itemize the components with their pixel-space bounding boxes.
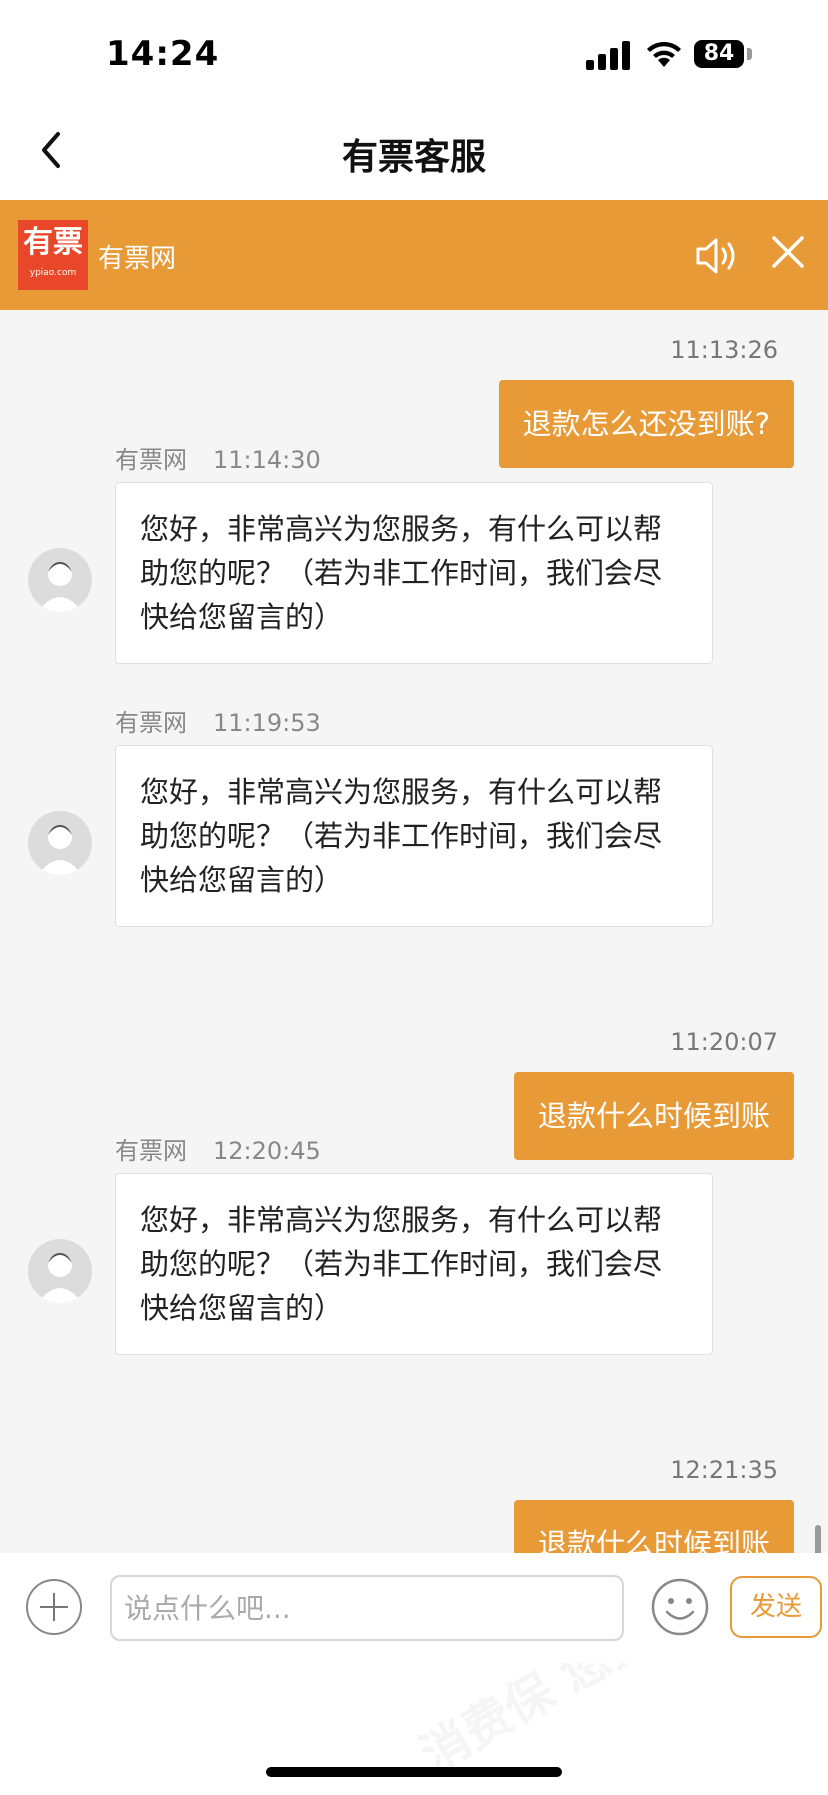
logo-text: 有票 (23, 225, 83, 260)
user-message-bubble[interactable]: 退款什么时候到账 (513, 1500, 794, 1553)
scrollbar[interactable] (815, 1525, 821, 1553)
sound-icon[interactable] (694, 234, 740, 278)
status-time: 14:24 (106, 34, 220, 74)
avatar-icon (28, 548, 92, 612)
user-message-bubble[interactable]: 退款怎么还没到账? (498, 380, 794, 468)
user-message-bubble[interactable]: 退款什么时候到账 (513, 1072, 794, 1160)
chat-area[interactable]: 11:13:26 退款怎么还没到账? 有票网 11:14:30 您好，非常高兴为您… (0, 310, 828, 1553)
message-time: 12:20:45 (213, 1137, 321, 1165)
wifi-icon (647, 41, 681, 67)
banner-name: 有票网 (98, 244, 177, 274)
page-title: 有票客服 (341, 137, 486, 178)
logo-subtext: ypiao.com (29, 268, 77, 278)
close-icon[interactable] (770, 234, 806, 270)
message-time: 11:14:30 (213, 446, 321, 474)
sender-name: 有票网 (115, 446, 187, 474)
agent-message-bubble[interactable]: 您好，非常高兴为您服务，有什么可以帮助您的呢？（若为非工作时间，我们会尽快给您留… (115, 1173, 713, 1355)
agent-message-bubble[interactable]: 您好，非常高兴为您服务，有什么可以帮助您的呢？（若为非工作时间，我们会尽快给您留… (115, 482, 713, 664)
plus-icon[interactable] (26, 1579, 82, 1635)
message-input[interactable] (110, 1575, 624, 1641)
emoji-icon[interactable] (650, 1577, 710, 1637)
agent-message-bubble[interactable]: 您好，非常高兴为您服务，有什么可以帮助您的呢？（若为非工作时间，我们会尽快给您留… (115, 745, 713, 927)
sender-name: 有票网 (115, 1137, 187, 1165)
home-indicator[interactable] (266, 1767, 562, 1777)
avatar-icon (28, 811, 92, 875)
message-meta: 有票网 12:20:45 (115, 1131, 321, 1166)
cellular-signal-icon (586, 40, 630, 70)
send-button[interactable]: 发送 (730, 1576, 822, 1638)
message-time: 12:21:35 (670, 1456, 778, 1484)
service-banner: 有票 ypiao.com 有票网 (0, 200, 828, 310)
sender-name: 有票网 (115, 709, 187, 737)
battery-cap (747, 48, 752, 60)
avatar-icon (28, 1239, 92, 1303)
message-time: 11:20:07 (670, 1028, 778, 1056)
message-time: 11:19:53 (213, 709, 321, 737)
brand-logo: 有票 ypiao.com (18, 220, 88, 290)
message-meta: 有票网 11:19:53 (115, 703, 321, 738)
status-bar: 14:24 84 (0, 0, 828, 100)
message-meta: 有票网 11:14:30 (115, 440, 321, 475)
message-time: 11:13:26 (670, 336, 778, 364)
battery-icon: 84 (694, 40, 744, 68)
nav-bar: 有票客服 (0, 100, 828, 200)
input-bar: 发送 (0, 1553, 828, 1663)
